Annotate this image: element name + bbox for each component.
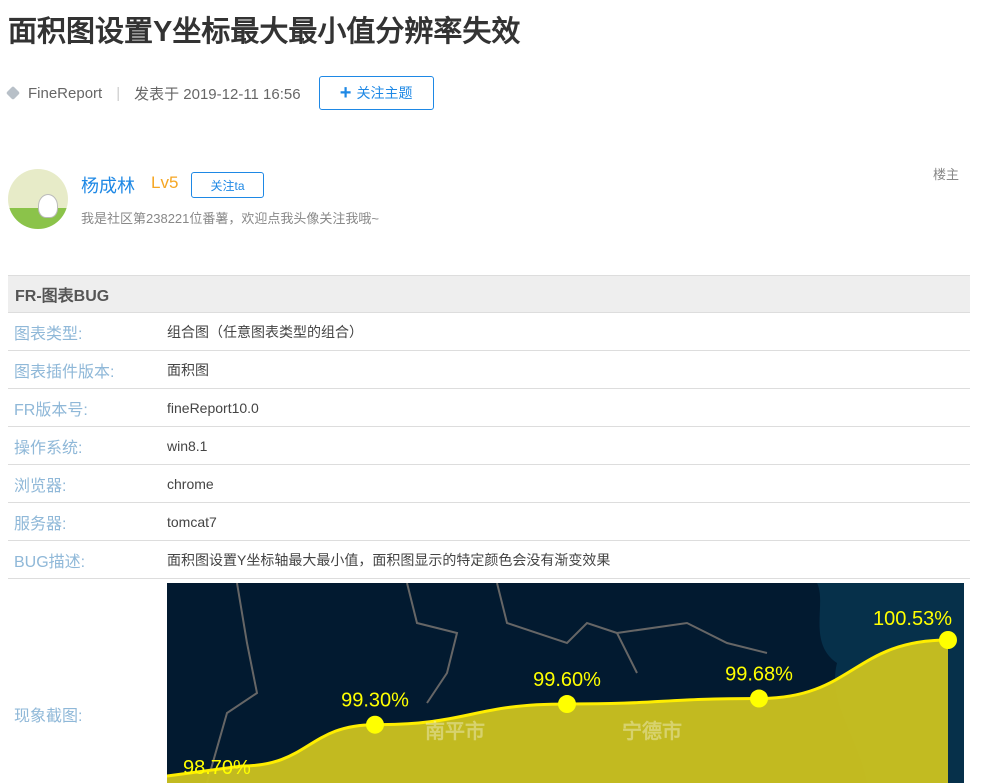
- data-label: 99.68%: [725, 664, 793, 686]
- form-value: 面积图设置Y坐标轴最大最小值，面积图显示的特定颜色会没有渐变效果: [167, 551, 611, 568]
- form-key: 服务器:: [14, 515, 67, 533]
- screenshot-row: 现象截图: 南平市 宁德市 98.70% 99.30% 99.60% 99.68% 100.…: [8, 579, 970, 783]
- screenshot-image: 南平市 宁德市 98.70% 99.30% 99.60% 99.68% 100.53%: [167, 583, 964, 783]
- category-link[interactable]: FineReport: [28, 85, 102, 102]
- author-role: 楼主: [933, 167, 960, 182]
- data-label: 100.53%: [873, 608, 952, 630]
- author-signature: 我是社区第238221位番薯，欢迎点我头像关注我哦~: [81, 211, 379, 226]
- tag-icon: [5, 85, 21, 101]
- follow-author-button[interactable]: 关注ta: [191, 172, 264, 198]
- form-value: fineReport10.0: [167, 399, 259, 416]
- page-title: 面积图设置Y坐标最大最小值分辨率失效: [8, 16, 521, 48]
- post-meta: FineReport | 发表于 2019-12-11 16:56 + 关注主题: [5, 76, 434, 110]
- form-key: BUG描述:: [14, 553, 86, 571]
- form-value: 面积图: [167, 361, 209, 378]
- city-label: 宁德市: [622, 719, 682, 743]
- form-key: 图表类型:: [14, 325, 83, 343]
- follow-topic-button[interactable]: + 关注主题: [318, 76, 434, 110]
- author-name[interactable]: 杨成林: [81, 172, 135, 198]
- form-key: FR版本号:: [14, 401, 88, 419]
- bug-form-table: FR-图表BUG 图表类型: 组合图（任意图表类型的组合） 图表插件版本: 面积图 FR…: [8, 275, 970, 783]
- form-value: win8.1: [167, 437, 208, 454]
- author-level: Lv5: [151, 173, 179, 192]
- data-point: [558, 695, 576, 714]
- form-row: 图表插件版本: 面积图: [8, 351, 970, 389]
- data-label: 99.30%: [341, 690, 409, 712]
- form-row: 图表类型: 组合图（任意图表类型的组合）: [8, 313, 970, 351]
- form-key: 图表插件版本:: [14, 363, 115, 381]
- follow-topic-label: 关注主题: [356, 85, 413, 101]
- form-row: 操作系统: win8.1: [8, 427, 970, 465]
- post-date: 发表于 2019-12-11 16:56: [134, 85, 301, 103]
- form-key: 浏览器:: [14, 477, 67, 495]
- data-point: [366, 715, 384, 734]
- avatar[interactable]: [8, 169, 68, 229]
- form-header: FR-图表BUG: [8, 275, 970, 313]
- avatar-figure: [38, 194, 58, 218]
- data-label: 99.60%: [533, 669, 601, 691]
- form-row: 服务器: tomcat7: [8, 503, 970, 541]
- data-point: [939, 631, 957, 649]
- area-chart-screenshot: 南平市 宁德市 98.70% 99.30% 99.60% 99.68% 100.53%: [167, 583, 964, 783]
- city-label: 南平市: [425, 719, 485, 743]
- form-row: FR版本号: fineReport10.0: [8, 389, 970, 427]
- screenshot-key: 现象截图:: [14, 708, 83, 725]
- data-label: 98.70%: [183, 757, 251, 779]
- divider: |: [116, 84, 121, 102]
- data-point: [750, 689, 768, 708]
- plus-icon: +: [339, 82, 352, 104]
- form-key: 操作系统:: [14, 439, 83, 457]
- form-value: chrome: [167, 475, 214, 492]
- form-row: BUG描述: 面积图设置Y坐标轴最大最小值，面积图显示的特定颜色会没有渐变效果: [8, 541, 970, 579]
- form-value: tomcat7: [167, 513, 217, 530]
- form-row: 浏览器: chrome: [8, 465, 970, 503]
- form-value: 组合图（任意图表类型的组合）: [167, 323, 363, 340]
